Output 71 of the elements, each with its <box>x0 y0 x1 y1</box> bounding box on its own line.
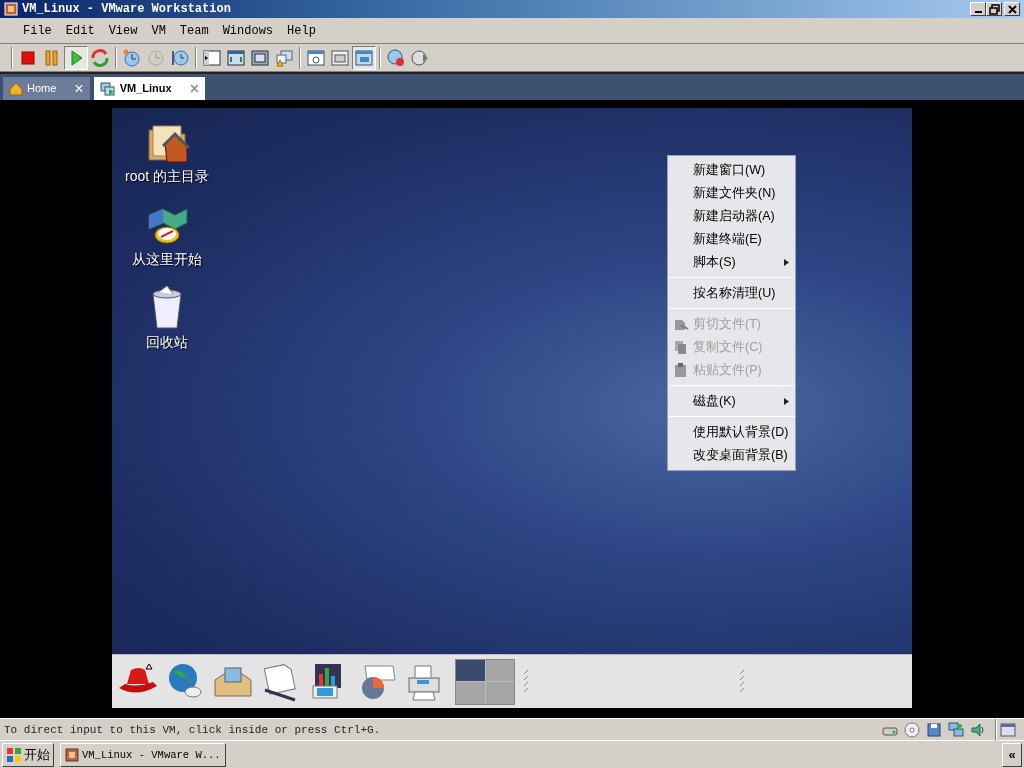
clipboard-icon <box>673 362 689 378</box>
menu-item[interactable]: 脚本(S) <box>668 251 795 274</box>
network-icon <box>948 721 964 738</box>
status-text: To direct input to this VM, click inside or press Ctrl+G. <box>4 723 382 736</box>
restore-button[interactable] <box>986 2 1002 16</box>
menu-item-label: 新建窗口(W) <box>693 162 767 180</box>
menu-item[interactable]: 使用默认背景(D) <box>668 421 795 444</box>
desktop-icon-label[interactable]: root 的主目录 <box>125 166 209 187</box>
menu-item[interactable]: File <box>16 23 59 38</box>
tab[interactable]: VM_Linux × <box>93 77 205 100</box>
menu-item-label: 磁盘(K) <box>693 393 737 411</box>
collapse-button[interactable]: « <box>1002 742 1022 767</box>
vm-icon <box>99 80 116 97</box>
menu-item-label: 改变桌面背景(B) <box>693 447 789 465</box>
menu-item-label: 新建启动器(A) <box>693 208 776 226</box>
close-button[interactable] <box>1004 2 1020 16</box>
menu-item[interactable]: View <box>101 23 145 38</box>
menu-item-label: 新建终端(E) <box>693 231 763 249</box>
menu-item[interactable]: Help <box>280 23 323 38</box>
app-icon <box>4 2 18 16</box>
close-icon <box>1006 3 1018 15</box>
menu-item[interactable]: 新建终端(E) <box>668 228 795 251</box>
menu-item-label: 按名称清理(U) <box>693 285 777 303</box>
window-icon <box>330 47 350 68</box>
menu-item[interactable]: Team <box>172 23 216 38</box>
menu-item[interactable]: 新建启动器(A) <box>668 205 795 228</box>
menu-item[interactable]: Edit <box>58 23 102 38</box>
desktop-icon-label[interactable]: 从这里开始 <box>132 249 202 270</box>
menu-item-label: 新建文件夹(N) <box>693 185 777 203</box>
menu-item-label: 脚本(S) <box>693 254 737 272</box>
tab-label: VM_Linux <box>119 81 172 97</box>
window-icon <box>202 47 222 68</box>
minimize-button[interactable] <box>970 2 986 16</box>
menu-item-label: 复制文件(C) <box>693 339 764 357</box>
windows-icon <box>274 47 294 68</box>
speaker-icon <box>970 721 986 738</box>
drag-handle-icon <box>523 669 529 694</box>
window-icon <box>250 47 270 68</box>
menu-item-label: 使用默认背景(D) <box>693 424 789 442</box>
menu-item[interactable]: Windows <box>215 23 281 38</box>
window-icon <box>354 47 374 68</box>
start-button[interactable]: 开始 <box>2 742 54 767</box>
submenu-arrow-icon <box>784 259 789 266</box>
taskbar-button[interactable]: VM_Linux - VMware W... <box>60 742 226 767</box>
window-button[interactable] <box>352 45 376 70</box>
window-title: VM_Linux - VMware Workstation <box>22 2 232 16</box>
window-icon <box>306 47 326 68</box>
app-icon <box>65 747 79 762</box>
reset-icon <box>90 47 110 68</box>
menu-item[interactable]: VM <box>144 23 173 38</box>
window-icon <box>1000 721 1016 738</box>
minimize-icon <box>974 11 982 13</box>
play-button[interactable] <box>64 45 88 70</box>
copy-icon <box>673 339 689 355</box>
submenu-arrow-icon <box>784 398 789 405</box>
menu-item[interactable]: 按名称清理(U) <box>668 282 795 305</box>
tab-label: Home <box>27 81 57 97</box>
tab[interactable]: Home × <box>3 77 90 100</box>
menu-item-label: 剪切文件(T) <box>693 316 762 334</box>
tab-close-button[interactable]: × <box>74 76 84 101</box>
house-icon <box>9 81 23 96</box>
windows-logo-icon <box>6 746 22 763</box>
restore-icon <box>988 3 1000 15</box>
desktop-icon-label[interactable]: 回收站 <box>146 332 188 353</box>
drag-handle-icon <box>739 669 745 694</box>
window-icon <box>226 47 246 68</box>
menu-item[interactable]: 新建文件夹(N) <box>668 182 795 205</box>
menu-item[interactable]: 改变桌面背景(B) <box>668 444 795 467</box>
menu-item[interactable]: 磁盘(K) <box>668 390 795 413</box>
menu-item[interactable]: 新建窗口(W) <box>668 159 795 182</box>
menu-item-label: 粘贴文件(P) <box>693 362 763 380</box>
